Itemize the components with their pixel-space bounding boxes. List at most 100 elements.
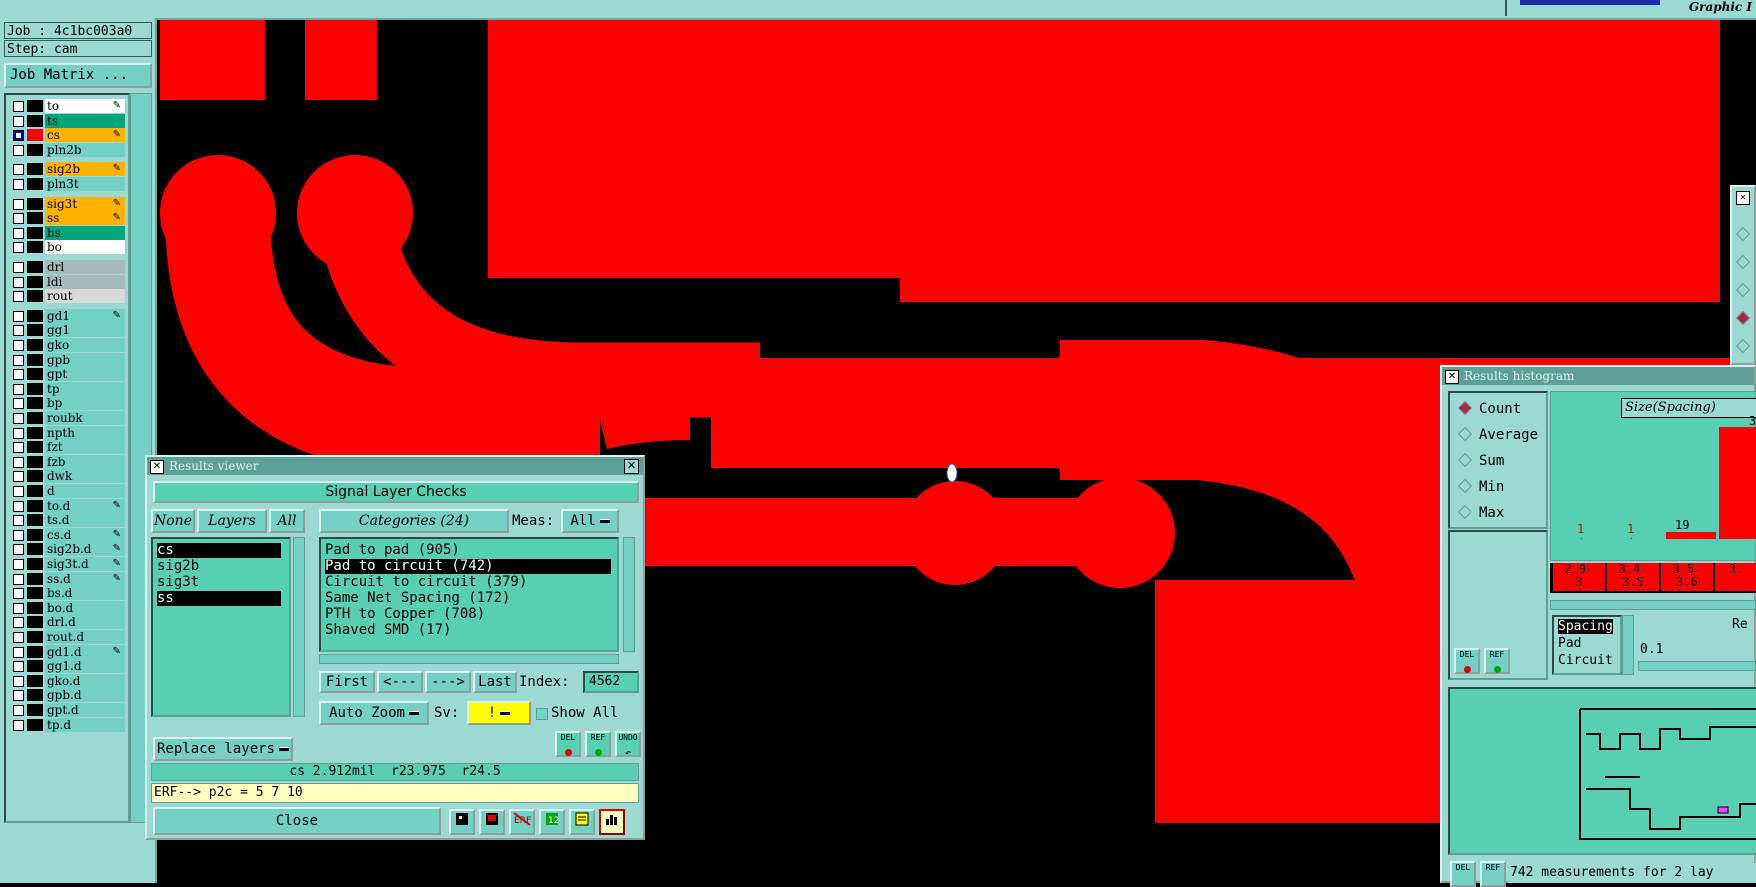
close-button[interactable]: Close: [153, 807, 441, 835]
report-icon[interactable]: [479, 809, 505, 835]
layer-checkbox[interactable]: [13, 413, 24, 424]
layer-checkbox[interactable]: [13, 675, 24, 687]
radio-option-3[interactable]: [1735, 282, 1751, 298]
histogram-icon[interactable]: [599, 809, 625, 835]
radio-max[interactable]: Max: [1457, 503, 1504, 523]
radio-option-2[interactable]: [1735, 254, 1751, 270]
layer-checkbox[interactable]: [13, 164, 24, 176]
layer-row-bo[interactable]: bo: [9, 240, 127, 255]
footer-del-button[interactable]: DEL: [1450, 861, 1476, 887]
stats-icon[interactable]: [449, 809, 475, 835]
layer-checkbox[interactable]: [13, 354, 24, 366]
layer-checkbox[interactable]: [13, 602, 24, 614]
layer-checkbox[interactable]: [13, 486, 24, 497]
results-histogram-titlebar[interactable]: ✕ Results histogram: [1442, 367, 1754, 385]
close-icon[interactable]: ✕: [624, 459, 639, 474]
layer-checkbox[interactable]: [13, 471, 24, 483]
all-button[interactable]: All: [269, 509, 305, 533]
layer-row-ss[interactable]: ss ✎: [9, 211, 127, 226]
layer-row-gd1-d[interactable]: gd1.d ✎: [9, 644, 127, 659]
layers-button[interactable]: Layers: [197, 509, 267, 533]
layer-row-bp[interactable]: bp: [9, 396, 127, 411]
layer-checkbox[interactable]: [13, 276, 24, 288]
layer-checkbox[interactable]: [13, 617, 24, 629]
layer-checkbox[interactable]: [13, 213, 24, 225]
bin-2[interactable]: 3.4- 3.5: [1606, 563, 1659, 591]
layer-row-ts-d[interactable]: ts.d: [9, 513, 127, 528]
layer-checkbox[interactable]: [13, 340, 24, 351]
histogram-hscroll[interactable]: [1550, 600, 1756, 610]
radio-min[interactable]: Min: [1457, 477, 1504, 497]
none-button[interactable]: None: [151, 509, 195, 533]
range-slider[interactable]: [1638, 661, 1756, 671]
layer-checkbox[interactable]: [13, 198, 24, 210]
next-button[interactable]: --->: [425, 671, 471, 693]
layer-checkbox[interactable]: [13, 442, 24, 454]
layer-row-fzb[interactable]: fzb: [9, 454, 127, 469]
category-item[interactable]: PTH to Copper (708): [325, 607, 611, 622]
layer-checkbox[interactable]: [13, 456, 24, 468]
categories-list[interactable]: Pad to pad (905) Pad to circuit (742) Circ…: [319, 537, 619, 652]
layer-checkbox[interactable]: [13, 500, 24, 512]
first-button[interactable]: First: [319, 671, 375, 693]
layer-checkbox[interactable]: [13, 291, 24, 303]
layer-row-rout[interactable]: rout: [9, 289, 127, 304]
layer-results-list[interactable]: cs sig2b sig3t ss: [151, 537, 291, 717]
previous-button[interactable]: <---: [377, 671, 423, 693]
layer-checkbox[interactable]: [13, 588, 24, 600]
last-button[interactable]: Last: [473, 671, 517, 693]
layer-row-gko[interactable]: gko: [9, 338, 127, 352]
layer-checkbox[interactable]: [13, 398, 24, 410]
layer-checkbox[interactable]: [13, 262, 24, 273]
layer-checkbox[interactable]: [13, 242, 24, 254]
ref-button[interactable]: REF: [585, 731, 611, 757]
layer-checkbox[interactable]: [13, 383, 24, 395]
layer-row-to-d[interactable]: to.d ✎: [9, 498, 127, 513]
category-item[interactable]: Pad to pad (905): [325, 543, 611, 558]
layer-checkbox[interactable]: [13, 310, 24, 322]
layer-row-drl-d[interactable]: drl.d: [9, 615, 127, 630]
layer-row-bo-d[interactable]: bo.d: [9, 600, 127, 615]
sv-dropdown[interactable]: !: [467, 701, 531, 725]
layer-checkbox[interactable]: [13, 144, 24, 156]
layer-checkbox[interactable]: [13, 179, 24, 190]
job-matrix-button[interactable]: Job Matrix ...: [4, 63, 152, 88]
categories-vscroll[interactable]: [623, 537, 635, 652]
layer-row-tp[interactable]: tp: [9, 381, 127, 396]
layer-row-gg1-d[interactable]: gg1.d: [9, 659, 127, 674]
layer-row-fzt[interactable]: fzt: [9, 440, 127, 455]
layer-checkbox[interactable]: [13, 101, 24, 112]
radio-count[interactable]: Count: [1457, 399, 1521, 419]
layer-row-bs-d[interactable]: bs.d: [9, 586, 127, 601]
radio-option-5[interactable]: [1735, 338, 1751, 354]
layer-row-cs-d[interactable]: cs.d ✎: [9, 527, 127, 542]
histogram-type-item[interactable]: Circuit: [1558, 653, 1613, 668]
category-item[interactable]: Pad to circuit (742): [325, 559, 611, 574]
layer-checkbox[interactable]: [13, 690, 24, 702]
layer-list-vscroll[interactable]: [293, 537, 305, 717]
radio-sum[interactable]: Sum: [1457, 451, 1504, 471]
layer-checkbox[interactable]: [13, 369, 24, 381]
layer-row-ss-d[interactable]: ss.d ✎: [9, 571, 127, 586]
layer-result-item[interactable]: sig3t: [157, 575, 281, 590]
window-menu-icon[interactable]: ✕: [1445, 370, 1459, 384]
layer-checkbox[interactable]: [13, 325, 24, 337]
radio-option-1[interactable]: [1735, 226, 1751, 242]
layer-row-sig3t-d[interactable]: sig3t.d ✎: [9, 557, 127, 571]
layer-row-roubk[interactable]: roubk: [9, 411, 127, 425]
category-item[interactable]: Shaved SMD (17): [325, 623, 611, 638]
replace-layers-dropdown[interactable]: Replace layers: [153, 737, 293, 761]
layer-row-gg1[interactable]: gg1: [9, 323, 127, 338]
number-icon[interactable]: 12: [539, 809, 565, 835]
layer-row-to[interactable]: to ✎: [9, 99, 127, 113]
histogram-del-button[interactable]: DEL: [1454, 648, 1480, 674]
layer-checkbox[interactable]: [13, 130, 24, 142]
layer-row-dwk[interactable]: dwk: [9, 469, 127, 484]
layer-row-gpt-d[interactable]: gpt.d: [9, 703, 127, 717]
results-viewer-titlebar[interactable]: ✕ Results viewer ✕: [147, 457, 643, 475]
layer-checkbox[interactable]: [13, 705, 24, 716]
radio-average[interactable]: Average: [1457, 425, 1538, 445]
meas-dropdown[interactable]: All: [561, 509, 619, 533]
layer-checkbox[interactable]: [13, 115, 24, 127]
layer-result-item[interactable]: sig2b: [157, 559, 281, 574]
